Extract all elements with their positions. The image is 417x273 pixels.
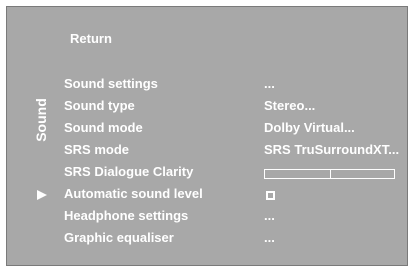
selection-arrow-icon (37, 190, 47, 200)
menu-item-label: SRS Dialogue Clarity (64, 164, 194, 179)
menu-item-value: ... (264, 230, 275, 245)
menu-item-value: Stereo... (264, 98, 316, 113)
return-button[interactable]: Return (70, 31, 112, 46)
menu-item-srs-dialogue-clarity[interactable]: SRS Dialogue Clarity (7, 162, 407, 184)
menu-item-label: Graphic equaliser (64, 230, 174, 245)
automatic-sound-level-checkbox[interactable] (266, 191, 275, 200)
menu-item-label: Sound type (64, 98, 135, 113)
menu-item-label: SRS mode (64, 142, 130, 157)
menu-item-label: Sound mode (64, 120, 143, 135)
slider-marker (329, 170, 331, 178)
menu-item-sound-type[interactable]: Sound type Stereo... (7, 96, 407, 118)
sound-menu-panel: Return Sound Sound settings ... Sound ty… (6, 6, 408, 266)
menu-item-sound-settings[interactable]: Sound settings ... (7, 74, 407, 96)
dialogue-clarity-slider[interactable] (264, 169, 395, 179)
menu-item-value: SRS TruSurroundXT... (264, 142, 400, 157)
menu-item-value: ... (264, 76, 275, 91)
menu-item-label: Sound settings (64, 76, 158, 91)
menu-item-value: Dolby Virtual... (264, 120, 355, 135)
menu-item-automatic-sound-level[interactable]: Automatic sound level (7, 184, 407, 206)
menu-item-label: Automatic sound level (64, 186, 203, 201)
menu-item-srs-mode[interactable]: SRS mode SRS TruSurroundXT... (7, 140, 407, 162)
menu-item-headphone-settings[interactable]: Headphone settings ... (7, 206, 407, 228)
menu-item-value: ... (264, 208, 275, 223)
menu-item-graphic-equaliser[interactable]: Graphic equaliser ... (7, 228, 407, 250)
menu-item-sound-mode[interactable]: Sound mode Dolby Virtual... (7, 118, 407, 140)
menu-item-label: Headphone settings (64, 208, 189, 223)
